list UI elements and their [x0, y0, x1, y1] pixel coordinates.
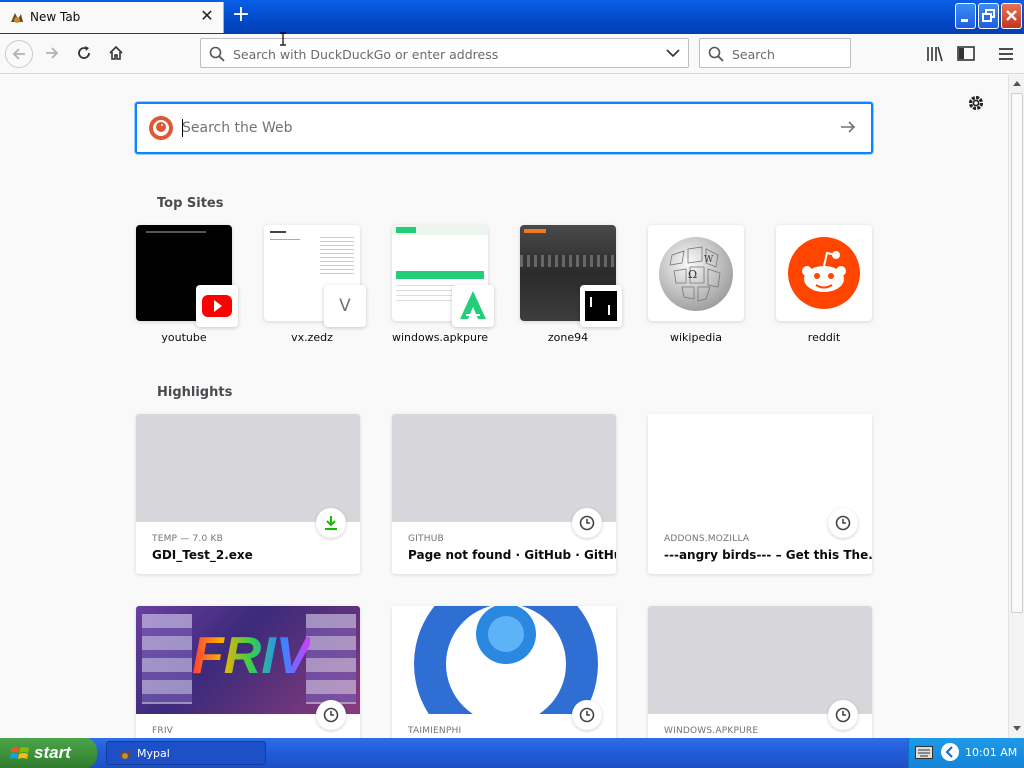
friv-image: FRIV	[136, 606, 360, 714]
reload-icon	[78, 46, 90, 59]
new-tab-button[interactable]: +	[230, 4, 252, 28]
minimize-icon	[961, 19, 968, 22]
highlight-context: GITHUB	[408, 534, 444, 544]
clock-icon	[572, 508, 602, 538]
svg-text:Ω: Ω	[688, 268, 697, 281]
chromium-image	[392, 606, 616, 738]
highlight-context: WINDOWS.APKPURE	[664, 726, 759, 736]
url-bar-placeholder: Search with DuckDuckGo or enter address	[233, 47, 499, 62]
highlight-card[interactable]: FRIV FRIV	[136, 606, 360, 738]
highlight-card[interactable]: WINDOWS.APKPURE	[648, 606, 872, 738]
youtube-icon	[196, 285, 238, 327]
highlight-context: TAIMIENPHI	[408, 726, 462, 736]
clock-icon	[828, 700, 858, 730]
highlight-image	[648, 606, 872, 714]
duckduckgo-icon	[149, 116, 173, 140]
web-search-box[interactable]: Search the Web	[135, 102, 873, 154]
minimize-button[interactable]	[955, 3, 976, 29]
restore-icon	[982, 9, 995, 22]
wikipedia-icon: Ω W	[648, 225, 744, 321]
download-icon	[316, 508, 346, 538]
tab-strip: New Tab ✕ +	[0, 0, 1024, 34]
scroll-down-icon[interactable]	[1011, 721, 1023, 735]
reddit-icon	[776, 225, 872, 321]
close-icon	[1006, 10, 1017, 21]
highlight-title: GDI_Test_2.exe	[152, 548, 253, 562]
clock-icon	[828, 508, 858, 538]
back-button[interactable]	[5, 40, 33, 68]
highlight-title: Page not found · GitHub · GitHub	[408, 548, 616, 562]
top-site-label: youtube	[161, 331, 207, 344]
top-site-label: reddit	[807, 331, 841, 344]
top-sites-heading: Top Sites	[157, 196, 224, 211]
home-button[interactable]	[103, 40, 131, 68]
web-search-placeholder: Search the Web	[182, 120, 293, 136]
highlights-heading: Highlights	[157, 385, 233, 400]
new-tab-page: Search the Web Top Sites youtube V vx.ze…	[0, 75, 1008, 738]
vertical-scrollbar[interactable]	[1008, 75, 1024, 738]
reload-button[interactable]	[71, 40, 99, 68]
keyboard-icon[interactable]	[915, 746, 933, 759]
svg-text:W: W	[704, 255, 714, 265]
mypal-icon	[11, 13, 23, 23]
home-icon	[109, 45, 123, 60]
highlight-context: TEMP — 7.0 KB	[152, 534, 223, 544]
text-caret	[182, 119, 183, 137]
highlight-image	[136, 414, 360, 522]
system-tray: 10:01 AM	[908, 738, 1024, 768]
highlight-context: FRIV	[152, 726, 174, 736]
hamburger-menu-icon[interactable]	[996, 44, 1016, 64]
highlight-card[interactable]: TEMP — 7.0 KB GDI_Test_2.exe	[136, 414, 360, 574]
i-beam-cursor-icon	[280, 32, 286, 46]
highlight-card[interactable]: TAIMIENPHI	[392, 606, 616, 738]
search-bar[interactable]: Search	[699, 38, 851, 68]
taskbar-item-label: Mypal	[137, 747, 170, 760]
search-icon	[209, 46, 225, 62]
start-button[interactable]: start	[0, 738, 97, 768]
url-bar[interactable]: Search with DuckDuckGo or enter address	[200, 38, 689, 68]
badge-letter: V	[339, 296, 351, 316]
windows-logo-icon	[10, 747, 29, 759]
clock-icon	[316, 700, 346, 730]
highlight-card[interactable]: GITHUB Page not found · GitHub · GitHub	[392, 414, 616, 574]
clock: 10:01 AM	[965, 746, 1018, 759]
forward-arrow-icon	[46, 47, 59, 59]
clock-icon	[572, 700, 602, 730]
top-site-label: wikipedia	[669, 331, 722, 344]
scroll-up-icon[interactable]	[1011, 77, 1023, 91]
sidebar-icon[interactable]	[956, 44, 976, 64]
highlight-image	[648, 414, 872, 522]
scrollbar-thumb[interactable]	[1011, 93, 1023, 613]
highlight-context: ADDONS.MOZILLA	[664, 534, 750, 544]
start-label: start	[34, 743, 71, 762]
close-window-button[interactable]	[1001, 3, 1022, 29]
chevron-down-icon[interactable]	[666, 48, 680, 58]
search-icon	[708, 46, 724, 62]
highlight-image	[392, 414, 616, 522]
back-arrow-icon	[12, 48, 25, 60]
highlight-card[interactable]: ADDONS.MOZILLA ---angry birds--- – Get t…	[648, 414, 872, 574]
zone94-icon	[580, 285, 622, 327]
search-bar-placeholder: Search	[732, 47, 775, 62]
library-icon[interactable]	[925, 44, 945, 64]
mypal-icon	[119, 749, 131, 759]
top-site-label: zone94	[547, 331, 589, 344]
highlight-title: ---angry birds--- – Get this The...	[664, 548, 872, 562]
gear-icon[interactable]	[966, 93, 986, 113]
tab-new-tab[interactable]: New Tab ✕	[0, 2, 224, 33]
apkpure-icon	[452, 285, 494, 327]
taskbar-item-mypal[interactable]: Mypal	[106, 741, 266, 765]
arrow-right-icon[interactable]	[839, 118, 857, 136]
v-letter-icon: V	[324, 285, 366, 327]
tab-title: New Tab	[30, 10, 81, 24]
restore-button[interactable]	[978, 3, 999, 29]
nav-bar: Search with DuckDuckGo or enter address …	[0, 34, 1024, 74]
top-site-label: vx.zedz	[291, 331, 333, 344]
top-site-label: windows.apkpure	[391, 331, 489, 344]
taskbar: start Mypal 10:01 AM	[0, 738, 1024, 768]
forward-button[interactable]	[39, 40, 67, 68]
tab-close-icon[interactable]: ✕	[198, 7, 216, 25]
show-hidden-icons-icon[interactable]	[941, 743, 959, 761]
